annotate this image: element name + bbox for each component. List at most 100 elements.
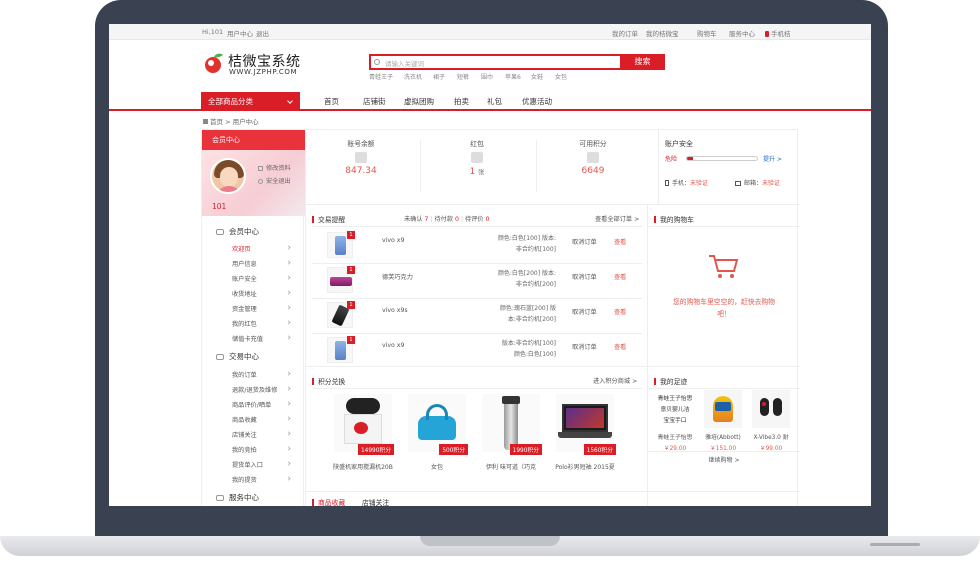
service-link[interactable]: 服务中心: [729, 28, 755, 38]
sidebar-item-pickup-entry[interactable]: 提货单入口: [232, 460, 294, 469]
order-row[interactable]: 1 vivo x9 版本:非合约机[100] 颜色:白色[100] 取消订单 查看: [306, 334, 646, 368]
sidebar-group-member[interactable]: 会员中心: [216, 226, 259, 237]
service-icon: [216, 495, 224, 501]
view-order-button[interactable]: 查看: [614, 342, 626, 351]
hot-keyword[interactable]: 围巾: [481, 72, 493, 81]
sidebar-item-welcome[interactable]: 欢迎页: [232, 244, 294, 253]
cart-link[interactable]: 购物车: [697, 28, 717, 38]
sidebar-item-followed-shops[interactable]: 店铺关注: [232, 430, 294, 439]
account-security-title: 账户安全: [665, 140, 693, 148]
mobile-link[interactable]: 手机桔: [765, 28, 791, 38]
safe-logout-link[interactable]: 安全退出: [258, 176, 291, 185]
nav-home[interactable]: 首页: [324, 96, 339, 107]
cancel-order-button[interactable]: 取消订单: [572, 237, 597, 246]
laptop-base: [0, 530, 980, 565]
tab-followed-shops[interactable]: 店铺关注: [362, 497, 389, 506]
security-level: 危险: [665, 156, 678, 163]
cancel-order-button[interactable]: 取消订单: [572, 272, 597, 281]
points-item-name[interactable]: 女包: [404, 462, 470, 471]
sidebar-item-refunds[interactable]: 退款/退货及维修: [232, 385, 294, 394]
sidebar-item-address[interactable]: 收货地址: [232, 289, 294, 298]
product-thumbnail[interactable]: 1: [327, 336, 355, 363]
hot-keyword[interactable]: 女包: [555, 72, 567, 81]
nav-shop-street[interactable]: 店铺街: [363, 96, 386, 107]
edit-profile-link[interactable]: 修改资料: [258, 163, 291, 172]
view-order-button[interactable]: 查看: [614, 237, 626, 246]
sidebar-item-red-packets[interactable]: 我的红包: [232, 319, 294, 328]
product-name[interactable]: vivo x9: [382, 237, 404, 244]
sidebar-item-reviews[interactable]: 商品评价/晒单: [232, 400, 294, 409]
cancel-order-button[interactable]: 取消订单: [572, 307, 597, 316]
sidebar-group-service[interactable]: 服务中心: [216, 492, 259, 503]
product-thumbnail[interactable]: 1: [327, 301, 355, 328]
hot-keyword[interactable]: 女鞋: [531, 72, 543, 81]
logo-orange-icon[interactable]: [203, 52, 225, 74]
sidebar-item-favorites[interactable]: 商品收藏: [232, 415, 294, 424]
empty-cart-message[interactable]: 您的购物车里空空的，赶快去购物吧！: [668, 296, 780, 320]
footprint-image[interactable]: 青蛙王子怡思 意贝婴儿洁 宝宝手口: [656, 390, 694, 428]
nav-promotions[interactable]: 优惠活动: [522, 96, 552, 107]
product-name[interactable]: vivo x9: [382, 342, 404, 349]
hot-keyword[interactable]: 裙子: [433, 72, 445, 81]
sidebar-item-funds[interactable]: 资金管理: [232, 304, 294, 313]
hot-keyword[interactable]: 短裤: [457, 72, 469, 81]
order-row[interactable]: 1 德芙巧克力 颜色:白色[200] 版本: 非合约机[200] 取消订单 查看: [306, 264, 646, 298]
tab-favorites[interactable]: 商品收藏: [312, 497, 345, 506]
product-thumbnail[interactable]: 1: [327, 231, 355, 258]
stat-red-packets[interactable]: 红包 1 张: [422, 138, 532, 177]
search-button[interactable]: 搜索: [620, 54, 665, 70]
hot-keyword[interactable]: 苹果6: [505, 72, 521, 81]
footprint-name[interactable]: 青蛙王子怡思: [652, 432, 698, 441]
footprint-image[interactable]: [704, 390, 742, 428]
product-name[interactable]: vivo x9s: [382, 307, 408, 314]
points-mall-link[interactable]: 进入积分商城 >: [593, 376, 637, 385]
points-item-name[interactable]: 陕盛机家用搅漏机20B: [330, 462, 396, 471]
breadcrumb-home[interactable]: 首页: [210, 118, 223, 126]
view-order-button[interactable]: 查看: [614, 272, 626, 281]
sidebar-item-my-pickups[interactable]: 我的提货: [232, 475, 294, 484]
cancel-order-button[interactable]: 取消订单: [572, 342, 597, 351]
sidebar-item-my-orders[interactable]: 我的订单: [232, 370, 294, 379]
footprint-name[interactable]: X-Vibe3.0 耐: [748, 432, 794, 441]
my-shop-link[interactable]: 我的桔微宝: [646, 28, 679, 38]
footprint-image[interactable]: [752, 390, 790, 428]
nav-auction[interactable]: 拍卖: [454, 96, 469, 107]
red-packet-icon: [471, 152, 483, 163]
continue-shopping-link[interactable]: 继续购物 >: [648, 455, 800, 464]
sidebar-group-trade[interactable]: 交易中心: [216, 351, 259, 362]
stat-points[interactable]: 可用积分 6649: [538, 138, 648, 176]
unconfirmed-label[interactable]: 未确认: [404, 216, 423, 223]
all-categories-button[interactable]: 全部商品分类: [201, 92, 300, 111]
nav-group-buy[interactable]: 虚拟团购: [404, 96, 434, 107]
hot-keyword[interactable]: 青蛙王子: [369, 72, 393, 81]
points-item-name[interactable]: 伊利 味可道（巧克: [478, 462, 544, 471]
sidebar-item-user-info[interactable]: 用户信息: [232, 259, 294, 268]
phone-verify[interactable]: 手机：未验证: [665, 178, 708, 187]
points-item-name[interactable]: Polo衫男短袖 2015夏: [552, 462, 618, 471]
avatar[interactable]: [210, 158, 246, 194]
view-order-button[interactable]: 查看: [614, 307, 626, 316]
home-icon: [203, 119, 208, 124]
unpaid-label[interactable]: 待付款: [435, 216, 454, 223]
stat-label: 红包: [470, 140, 484, 148]
product-thumbnail[interactable]: 1: [327, 266, 355, 293]
search-input[interactable]: 请输入关键词: [385, 58, 424, 68]
stat-balance[interactable]: 账号余额 847.34: [306, 138, 416, 176]
nav-gift-pack[interactable]: 礼包: [487, 96, 502, 107]
user-center-link[interactable]: 用户中心: [227, 28, 253, 38]
logout-link[interactable]: 退出: [256, 28, 269, 38]
sidebar-item-security[interactable]: 账户安全: [232, 274, 294, 283]
edit-profile-label: 修改资料: [266, 165, 291, 172]
sidebar-item-my-bids[interactable]: 我的竞拍: [232, 445, 294, 454]
upgrade-security-link[interactable]: 提升 >: [763, 154, 782, 163]
product-name[interactable]: 德芙巧克力: [382, 272, 413, 281]
footprint-name[interactable]: 雅培(Abbott): [700, 432, 746, 441]
unreviewed-label[interactable]: 待评价: [465, 216, 484, 223]
email-verify[interactable]: 邮箱：未验证: [735, 178, 780, 187]
view-all-orders-link[interactable]: 查看全部订单 >: [595, 214, 639, 223]
order-row[interactable]: 1 vivo x9 颜色:白色[100] 版本: 非合约机[100] 取消订单 查…: [306, 229, 646, 263]
sidebar-item-stored-card[interactable]: 储值卡充值: [232, 334, 294, 343]
order-row[interactable]: 1 vivo x9s 颜色:瑰石蓝[200] 版本:非合约机[200] 取消订单…: [306, 299, 646, 333]
my-orders-link[interactable]: 我的订单: [612, 28, 638, 38]
hot-keyword[interactable]: 洗衣机: [404, 72, 422, 81]
